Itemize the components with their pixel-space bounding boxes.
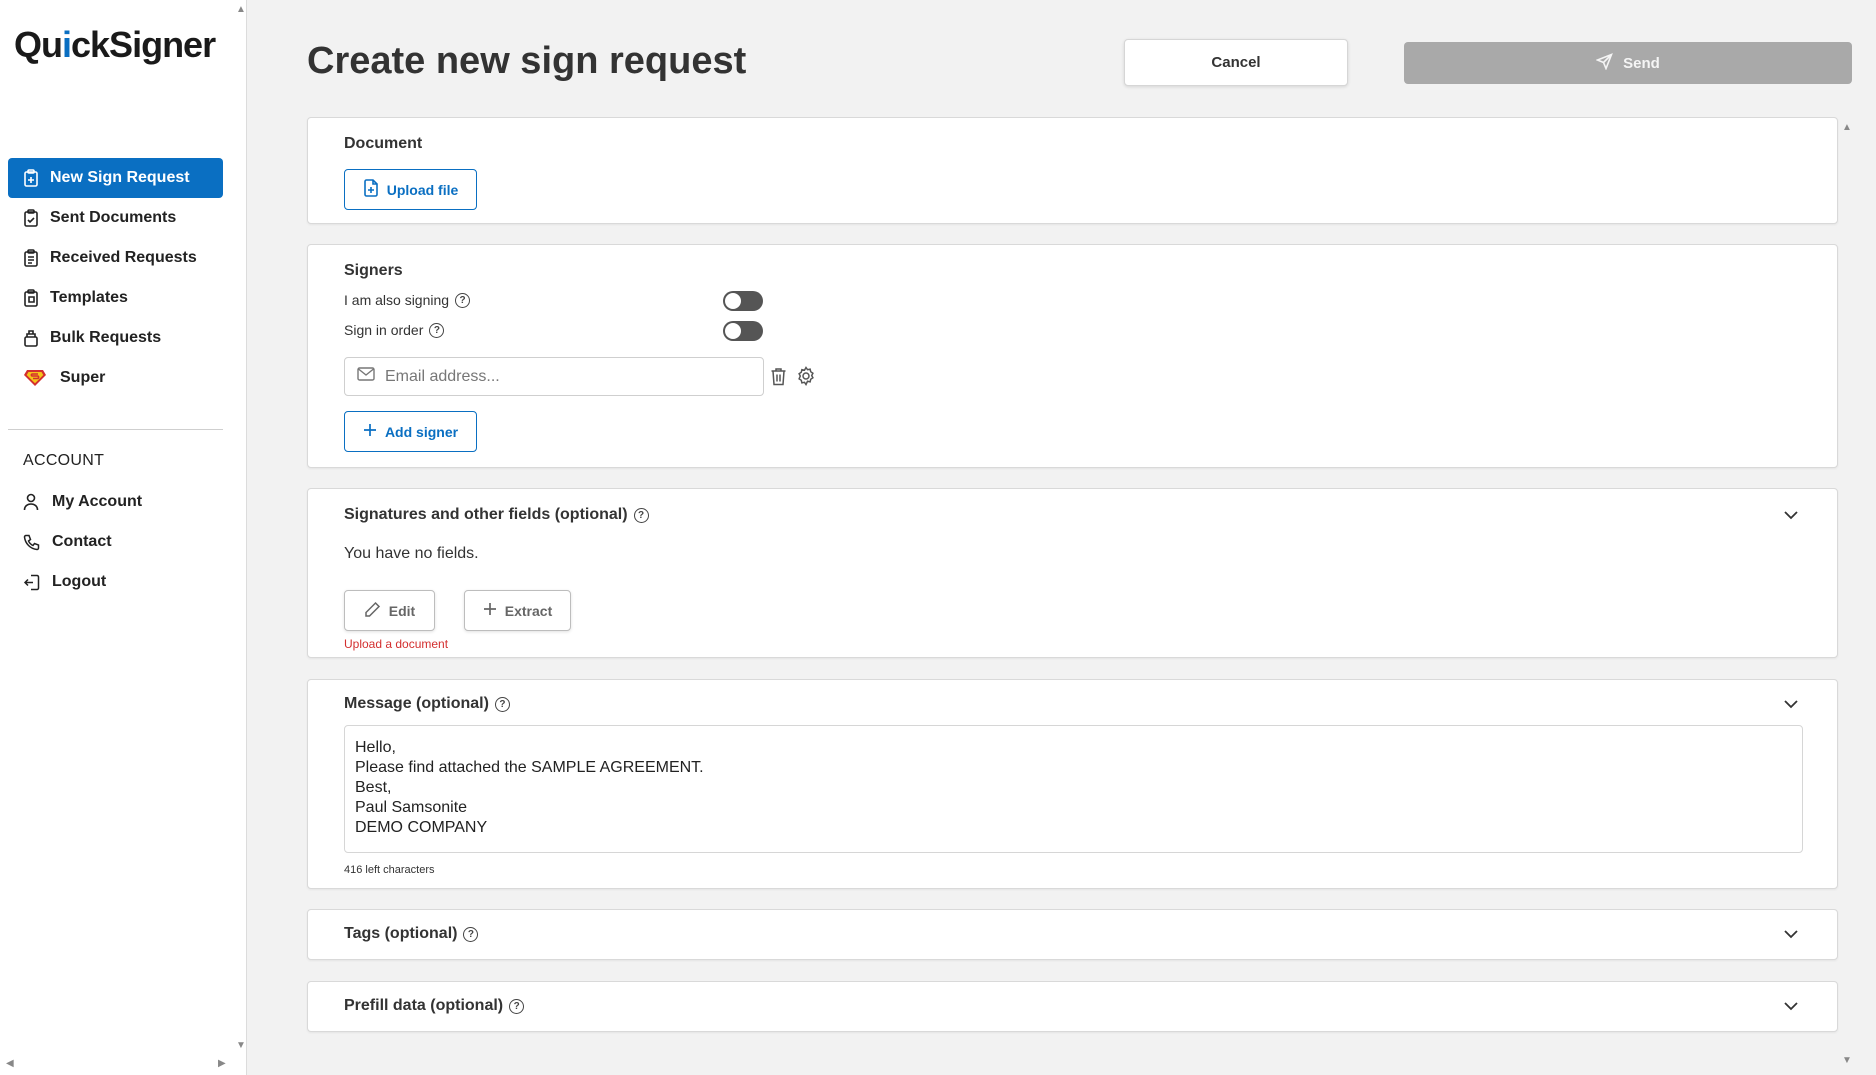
upload-document-warning: Upload a document (344, 637, 449, 651)
nav-item-received-requests[interactable]: Received Requests (8, 238, 223, 278)
help-icon[interactable]: ? (633, 507, 649, 523)
also-signing-label: I am also signing (344, 292, 450, 308)
send-button[interactable]: Send (1404, 42, 1852, 84)
help-icon[interactable]: ? (455, 292, 471, 308)
edit-label: Edit (388, 602, 416, 619)
nav-item-logout[interactable]: Logout (8, 562, 223, 602)
also-signing-toggle[interactable] (723, 291, 763, 311)
tags-title[interactable]: Tags (optional) ? (344, 925, 479, 943)
clipboard-plus-icon (22, 169, 40, 187)
main-scroll-down-arrow[interactable]: ▼ (1842, 1055, 1852, 1066)
send-label: Send (1623, 54, 1660, 72)
sign-in-order-row: Sign in order ? (344, 322, 445, 338)
nav-item-label: Contact (52, 533, 112, 550)
extract-fields-button[interactable]: Extract (464, 590, 571, 631)
chevron-down-icon[interactable] (1781, 694, 1801, 714)
message-textarea[interactable]: Hello, Please find attached the SAMPLE A… (344, 725, 1803, 853)
no-fields-text: You have no fields. (344, 545, 479, 562)
edit-fields-button[interactable]: Edit (344, 590, 435, 631)
signer-email-field[interactable] (344, 357, 764, 396)
nav-item-my-account[interactable]: My Account (8, 482, 223, 522)
nav-item-templates[interactable]: Templates (8, 278, 223, 318)
sign-in-order-label: Sign in order (344, 322, 424, 338)
sidebar-scroll-left-arrow[interactable]: ◀ (6, 1058, 14, 1069)
file-plus-icon (363, 179, 379, 200)
add-signer-label: Add signer (384, 423, 459, 440)
nav-item-new-sign-request[interactable]: New Sign Request (8, 158, 223, 198)
extract-label: Extract (504, 602, 553, 619)
nav-item-label: Logout (52, 573, 107, 590)
nav-divider (8, 429, 223, 430)
signers-card: Signers I am also signing ? Sign in orde… (307, 244, 1838, 468)
nav-item-label: My Account (52, 493, 143, 510)
nav-item-sent-documents[interactable]: Sent Documents (8, 198, 223, 238)
sidebar: QuickSigner New Sign Request Sent Docume… (0, 0, 247, 1075)
prefill-card[interactable]: Prefill data (optional) ? (307, 981, 1838, 1032)
main-nav: New Sign Request Sent Documents Received… (8, 158, 223, 398)
sidebar-scroll-right-arrow[interactable]: ▶ (218, 1058, 226, 1069)
nav-item-label: Bulk Requests (50, 329, 162, 346)
plus-icon (483, 602, 497, 619)
sign-in-order-toggle[interactable] (723, 321, 763, 341)
stack-icon (22, 329, 40, 347)
chevron-down-icon[interactable] (1781, 505, 1801, 525)
nav-item-label: New Sign Request (50, 169, 190, 186)
sidebar-scroll-up-arrow[interactable]: ▲ (236, 4, 246, 15)
upload-file-label: Upload file (386, 181, 459, 198)
nav-item-label: Received Requests (50, 249, 197, 266)
pencil-icon (364, 601, 381, 621)
chevron-down-icon[interactable] (1781, 996, 1801, 1016)
nav-item-contact[interactable]: Contact (8, 522, 223, 562)
document-card: Document Upload file (307, 117, 1838, 224)
superman-icon (22, 369, 48, 387)
main-scroll-up-arrow[interactable]: ▲ (1842, 122, 1852, 133)
mail-icon (357, 367, 375, 386)
help-icon[interactable]: ? (494, 696, 510, 712)
cancel-button[interactable]: Cancel (1124, 39, 1348, 86)
message-title[interactable]: Message (optional) ? (344, 695, 510, 713)
chevron-down-icon[interactable] (1781, 924, 1801, 944)
signers-title: Signers (344, 262, 403, 279)
also-signing-row: I am also signing ? (344, 292, 471, 308)
message-card: Message (optional) ? Hello, Please find … (307, 679, 1838, 889)
document-title: Document (344, 135, 423, 152)
help-icon[interactable]: ? (429, 322, 445, 338)
account-nav: My Account Contact Logout (8, 482, 223, 602)
user-icon (22, 493, 40, 511)
send-icon (1595, 52, 1614, 74)
plus-icon (363, 423, 377, 440)
help-icon[interactable]: ? (463, 926, 479, 942)
tags-card[interactable]: Tags (optional) ? (307, 909, 1838, 960)
char-count: 416 left characters (344, 864, 435, 876)
account-heading: ACCOUNT (23, 452, 105, 469)
nav-item-label: Sent Documents (50, 209, 177, 226)
trash-icon[interactable] (770, 367, 787, 391)
clipboard-list-icon (22, 249, 40, 267)
phone-icon (22, 533, 40, 551)
page-title: Create new sign request (307, 40, 747, 82)
nav-item-label: Super (60, 369, 106, 386)
nav-item-label: Templates (50, 289, 128, 306)
sidebar-scroll-down-arrow[interactable]: ▼ (236, 1040, 246, 1051)
prefill-title[interactable]: Prefill data (optional) ? (344, 997, 525, 1015)
signer-email-input[interactable] (385, 367, 745, 386)
nav-item-bulk-requests[interactable]: Bulk Requests (8, 318, 223, 358)
upload-file-button[interactable]: Upload file (344, 169, 477, 210)
clipboard-check-icon (22, 209, 40, 227)
fields-card: Signatures and other fields (optional) ?… (307, 488, 1838, 658)
nav-item-super[interactable]: Super (8, 358, 223, 398)
gear-icon[interactable] (796, 366, 816, 391)
help-icon[interactable]: ? (509, 998, 525, 1014)
logout-icon (22, 573, 40, 591)
fields-title[interactable]: Signatures and other fields (optional) ? (344, 506, 649, 524)
add-signer-button[interactable]: Add signer (344, 411, 477, 452)
quicksigner-logo[interactable]: QuickSigner (14, 24, 216, 66)
clipboard-copy-icon (22, 289, 40, 307)
